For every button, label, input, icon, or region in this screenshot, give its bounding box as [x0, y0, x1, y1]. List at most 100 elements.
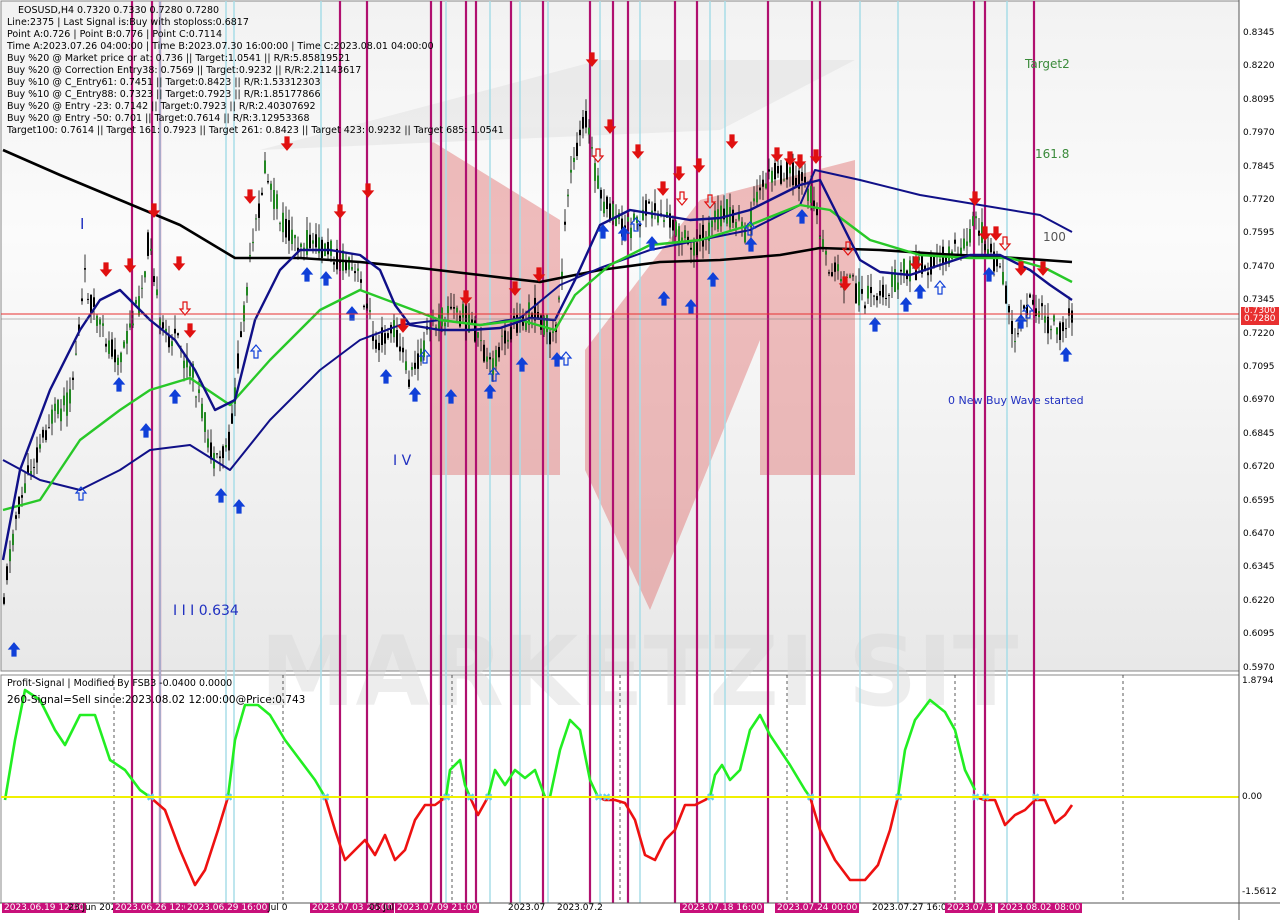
- candle-body: [501, 335, 503, 337]
- candle-body: [66, 392, 68, 416]
- candle-body: [189, 366, 191, 377]
- candle-body: [735, 222, 737, 228]
- candle-body: [837, 264, 839, 272]
- candle-body: [597, 175, 599, 189]
- candle-body: [147, 232, 149, 256]
- price-tick: 0.6470: [1243, 529, 1275, 539]
- candle-body: [111, 339, 113, 357]
- candle-body: [549, 332, 551, 345]
- info-line: Buy %20 @ Entry -23: 0.7142 || Target:0.…: [7, 101, 316, 112]
- candle-body: [732, 209, 734, 223]
- candle-body: [228, 431, 230, 451]
- candle-body: [120, 352, 122, 363]
- candle-body: [1062, 322, 1064, 332]
- candle-body: [711, 220, 713, 228]
- price-tick: 0.7595: [1243, 228, 1275, 239]
- trading-chart[interactable]: MARKETZI SIT ✖✖✖✖✖✖✖✖✖✖✖✖✖✖: [0, 0, 1280, 920]
- candle-body: [552, 331, 554, 333]
- candle-body: [219, 456, 221, 459]
- candle-body: [345, 261, 347, 271]
- candle-body: [225, 444, 227, 448]
- candle-body: [702, 224, 704, 247]
- info-line: Buy %20 @ Correction Entry38: 0.7569 || …: [7, 65, 362, 76]
- candle-body: [570, 169, 572, 173]
- candle-body: [72, 377, 74, 380]
- candle-body: [615, 217, 617, 226]
- candle-body: [729, 207, 731, 228]
- candle-body: [378, 342, 380, 351]
- info-line: Line:2375 | Last Signal is:Buy with stop…: [7, 17, 249, 28]
- candle-body: [582, 117, 584, 129]
- candle-body: [1002, 271, 1004, 285]
- candle-body: [489, 357, 491, 360]
- candle-body: [564, 221, 566, 225]
- candle-body: [9, 549, 11, 562]
- candle-body: [777, 166, 779, 174]
- info-line: Point A:0.726 | Point B:0.776 | Point C:…: [7, 29, 223, 40]
- candle-body: [348, 257, 350, 270]
- candle-body: [861, 289, 863, 294]
- fib-100-label: 100: [1043, 230, 1066, 244]
- candle-body: [360, 279, 362, 283]
- candle-body: [207, 438, 209, 448]
- candle-body: [171, 341, 173, 347]
- candle-body: [999, 266, 1001, 268]
- candle-body: [177, 333, 179, 336]
- candle-body: [411, 367, 413, 370]
- candle-body: [381, 327, 383, 346]
- candle-body: [684, 230, 686, 239]
- candle-body: [1059, 322, 1061, 341]
- candle-body: [363, 305, 365, 308]
- candle-body: [594, 163, 596, 181]
- candle-body: [792, 162, 794, 186]
- wave-label-1: I: [80, 215, 85, 233]
- candle-body: [123, 341, 125, 348]
- candle-body: [675, 221, 677, 236]
- candle-body: [93, 297, 95, 307]
- candle-body: [639, 224, 641, 227]
- candle-body: [132, 323, 134, 326]
- candle-body: [1011, 320, 1013, 334]
- candle-body: [606, 196, 608, 210]
- price-tick: 0.5970: [1243, 662, 1275, 673]
- candle-body: [1065, 328, 1067, 330]
- price-tick: 0.6970: [1243, 395, 1275, 406]
- candle-body: [807, 188, 809, 201]
- candle-body: [498, 346, 500, 358]
- candle-body: [45, 430, 47, 440]
- candle-body: [534, 297, 536, 321]
- candle-body: [33, 466, 35, 468]
- time-label: 2023.07.24 00:00: [775, 903, 860, 913]
- candle-body: [810, 186, 812, 203]
- candle-body: [495, 349, 497, 367]
- candle-body: [1008, 305, 1010, 313]
- candle-body: [819, 236, 821, 239]
- price-tick: 0.6345: [1243, 562, 1275, 573]
- candle-body: [396, 330, 398, 347]
- candle-body: [1041, 303, 1043, 307]
- candle-body: [105, 343, 107, 347]
- time-label: 2023.08.02 08:00: [998, 903, 1083, 913]
- candle-body: [54, 403, 56, 411]
- price-tick: 0.7720: [1243, 195, 1275, 205]
- candle-body: [978, 230, 980, 236]
- candle-body: [672, 219, 674, 231]
- candle-body: [279, 223, 281, 225]
- candle-body: [771, 170, 773, 183]
- candle-body: [285, 218, 287, 238]
- price-tick: 0.7970: [1243, 128, 1275, 139]
- candle-body: [102, 323, 104, 326]
- time-label: 2023.07: [508, 903, 546, 913]
- candle-body: [300, 243, 302, 247]
- candle-body: [1050, 328, 1052, 331]
- candle-body: [312, 240, 314, 244]
- candle-body: [654, 203, 656, 212]
- candle-body: [63, 395, 65, 406]
- candle-body: [15, 515, 17, 519]
- candle-body: [1056, 327, 1058, 335]
- candle-body: [183, 360, 185, 369]
- time-label: Jul 0: [268, 903, 288, 913]
- candle-body: [471, 319, 473, 323]
- candle-body: [801, 172, 803, 181]
- candle-body: [897, 282, 899, 290]
